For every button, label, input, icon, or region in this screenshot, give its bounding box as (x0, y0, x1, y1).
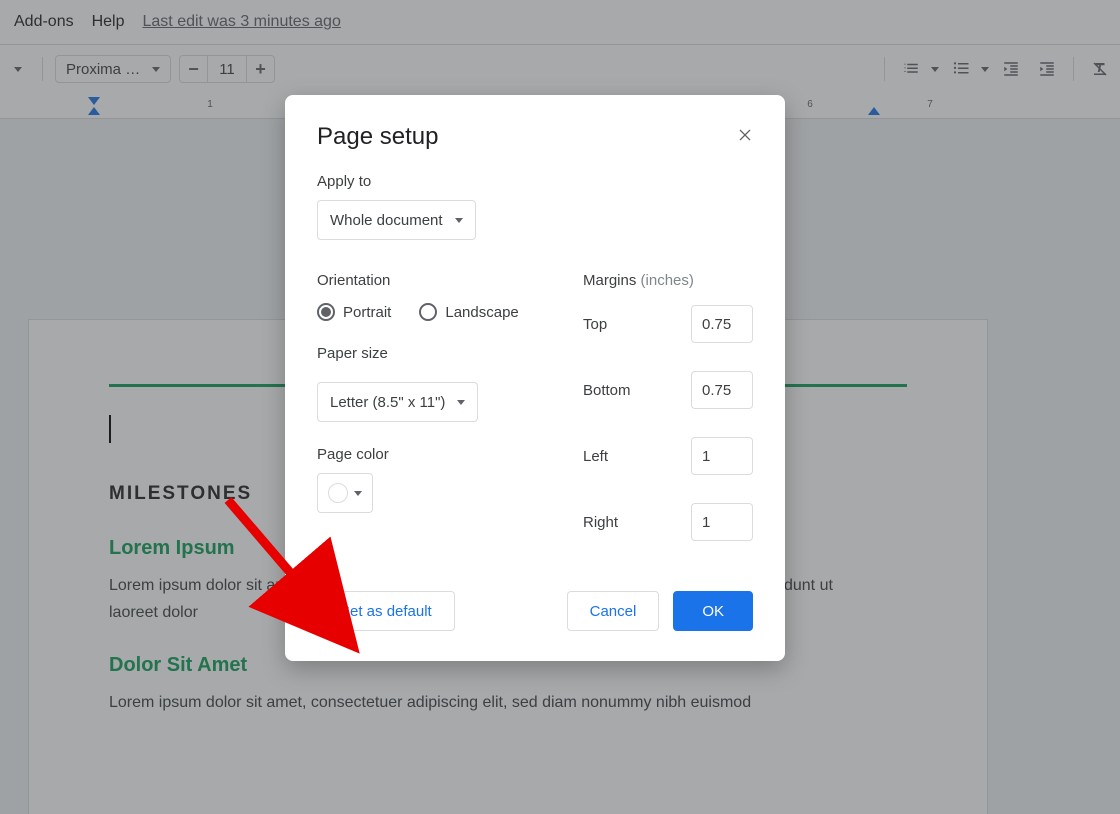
orientation-portrait-label: Portrait (343, 304, 391, 321)
text-cursor (109, 415, 111, 443)
set-default-button[interactable]: Set as default (317, 591, 455, 631)
font-name: Proxima N… (66, 61, 146, 78)
page-setup-dialog: Page setup Apply to Whole document Orien… (285, 95, 785, 661)
margins-label: Margins (inches) (583, 272, 753, 289)
caret-down-icon (152, 67, 160, 72)
page-color-select[interactable] (317, 473, 373, 513)
ruler-mark: 6 (807, 99, 813, 110)
font-size-group: − 11 + (179, 55, 275, 83)
ruler-mark: 7 (927, 99, 933, 110)
toolbar-leading-dropdown[interactable] (6, 55, 30, 83)
color-swatch-icon (328, 483, 348, 503)
dialog-close-button[interactable] (737, 126, 753, 149)
ruler-first-line-marker[interactable] (88, 107, 100, 115)
close-icon (737, 127, 753, 143)
margin-right-input[interactable] (691, 503, 753, 541)
margin-top-label: Top (583, 316, 607, 333)
indent-decrease-icon (1002, 60, 1020, 78)
toolbar-separator (42, 57, 43, 81)
apply-to-select[interactable]: Whole document (317, 200, 476, 240)
menu-addons[interactable]: Add-ons (14, 13, 74, 31)
font-size-increase[interactable]: + (246, 56, 274, 82)
paper-size-value: Letter (8.5" x 11") (330, 394, 445, 411)
last-edit-link[interactable]: Last edit was 3 minutes ago (143, 13, 341, 31)
paper-size-label: Paper size (317, 345, 551, 362)
radio-icon (317, 303, 335, 321)
bulleted-list-icon (952, 60, 970, 78)
bulleted-list-button[interactable] (947, 55, 975, 83)
margin-bottom-label: Bottom (583, 382, 631, 399)
font-size-input[interactable]: 11 (208, 56, 246, 82)
menubar: Add-ons Help Last edit was 3 minutes ago (0, 0, 1120, 44)
orientation-landscape-label: Landscape (445, 304, 518, 321)
ruler-right-indent-marker[interactable] (868, 107, 880, 115)
menu-help[interactable]: Help (92, 13, 125, 31)
apply-to-value: Whole document (330, 212, 443, 229)
orientation-label: Orientation (317, 272, 551, 289)
ok-button[interactable]: OK (673, 591, 753, 631)
ruler-mark: 1 (207, 99, 213, 110)
font-size-decrease[interactable]: − (180, 56, 208, 82)
numbered-list-icon (902, 60, 920, 78)
toolbar-separator (884, 57, 885, 81)
font-selector[interactable]: Proxima N… (55, 55, 171, 83)
orientation-portrait-radio[interactable]: Portrait (317, 303, 391, 321)
orientation-landscape-radio[interactable]: Landscape (419, 303, 518, 321)
clear-formatting-button[interactable] (1086, 55, 1114, 83)
indent-decrease-button[interactable] (997, 55, 1025, 83)
margin-top-input[interactable] (691, 305, 753, 343)
caret-down-icon[interactable] (981, 67, 989, 72)
toolbar-separator (1073, 57, 1074, 81)
margin-left-label: Left (583, 448, 608, 465)
cancel-button[interactable]: Cancel (567, 591, 660, 631)
toolbar: Proxima N… − 11 + (0, 45, 1120, 93)
caret-down-icon (457, 400, 465, 405)
caret-down-icon[interactable] (931, 67, 939, 72)
caret-down-icon (14, 67, 22, 72)
margin-bottom-input[interactable] (691, 371, 753, 409)
paper-size-select[interactable]: Letter (8.5" x 11") (317, 382, 478, 422)
numbered-list-button[interactable] (897, 55, 925, 83)
apply-to-label: Apply to (317, 173, 753, 190)
caret-down-icon (354, 491, 362, 496)
page-color-label: Page color (317, 446, 551, 463)
margin-right-label: Right (583, 514, 618, 531)
caret-down-icon (455, 218, 463, 223)
indent-increase-icon (1038, 60, 1056, 78)
body-paragraph-2: Lorem ipsum dolor sit amet, consectetuer… (109, 689, 849, 716)
clear-formatting-icon (1091, 60, 1109, 78)
ruler-left-indent-marker[interactable] (88, 97, 100, 105)
indent-increase-button[interactable] (1033, 55, 1061, 83)
margin-left-input[interactable] (691, 437, 753, 475)
dialog-title: Page setup (317, 123, 438, 151)
radio-icon (419, 303, 437, 321)
